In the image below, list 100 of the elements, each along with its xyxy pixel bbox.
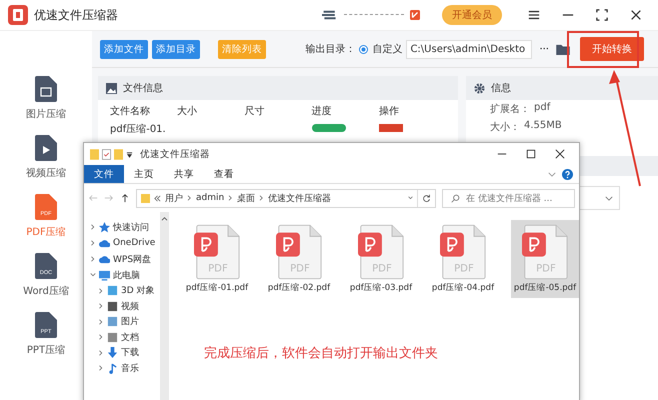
app-logo-icon	[8, 5, 28, 25]
sidebar-item[interactable]: 视频压缩	[26, 166, 66, 180]
column-header: 操作	[378, 105, 400, 118]
breadcrumb-item[interactable]: 桌面	[237, 192, 256, 204]
chevron-right-icon[interactable]	[98, 365, 104, 372]
progress-pill	[312, 124, 346, 132]
nav-tree-item[interactable]: 3D 对象	[121, 284, 155, 298]
field-value: pdf	[534, 102, 550, 115]
ribbon-tab[interactable]: 共享	[164, 165, 204, 183]
help-icon[interactable]	[562, 168, 573, 180]
field-label: 大小：	[490, 120, 520, 134]
scrollbar[interactable]	[160, 212, 169, 400]
breadcrumb-item[interactable]: 用户	[165, 192, 183, 204]
chevron-right-icon[interactable]	[98, 318, 104, 325]
nav-tree-item[interactable]: WPS网盘	[113, 252, 152, 266]
search-field[interactable]: 在 优速文件压缩器 ...	[442, 188, 575, 208]
file-type-label: PDF	[372, 263, 392, 274]
maximize-icon[interactable]	[526, 149, 536, 159]
ribbon-tab[interactable]: 主页	[124, 165, 164, 183]
column-header: 大小	[177, 104, 198, 118]
column-header: 尺寸	[244, 104, 266, 118]
close-icon[interactable]	[630, 9, 642, 21]
sidebar-item[interactable]: PPT压缩	[26, 343, 66, 357]
breadcrumb-item[interactable]: 优速文件压缩器	[268, 192, 332, 204]
video-file-icon[interactable]	[35, 135, 57, 161]
start-button[interactable]: 开始转换	[580, 37, 644, 61]
radio-button[interactable]	[359, 44, 368, 54]
output-label: 输出目录：	[305, 42, 356, 56]
chevron-down-icon[interactable]	[548, 172, 556, 176]
maximize-icon[interactable]	[596, 9, 608, 21]
cloud-icon	[99, 254, 110, 264]
window-title: 优速文件压缩器	[140, 148, 210, 160]
chevron-down-icon	[605, 196, 613, 200]
up-arrow-icon[interactable]	[120, 193, 130, 203]
star-icon	[99, 222, 110, 232]
file-item[interactable]: PDF pdf压缩-03.pdf	[347, 220, 415, 298]
sidebar-item[interactable]: Word压缩	[23, 284, 69, 298]
dropdown-icon	[126, 150, 133, 158]
field-label: 扩展名：	[490, 102, 530, 116]
menu-icon[interactable]	[528, 9, 540, 21]
field-value: 4.55MB	[524, 120, 562, 133]
search-icon	[451, 194, 460, 202]
breadcrumb-item[interactable]: admin	[196, 193, 224, 203]
radio-label: 自定义	[372, 42, 402, 56]
more-button[interactable]: ···	[536, 44, 552, 54]
nav-tree-item[interactable]: 音乐	[121, 362, 139, 375]
highlight-frame	[567, 31, 639, 68]
file-item[interactable]: PDF pdf压缩-05.pdf	[511, 220, 579, 298]
column-header: 文件名称	[110, 104, 151, 118]
address-bar[interactable]: 用户 admin 桌面 优速文件压缩器	[136, 188, 436, 208]
nav-tree-item[interactable]: 视频	[121, 300, 139, 313]
ribbon-tab[interactable]: 文件	[84, 165, 124, 183]
chevron-right-icon[interactable]	[98, 303, 104, 310]
chevron-right-icon[interactable]	[98, 334, 104, 340]
annotation-caption: 完成压缩后，软件会自动打开输出文件夹	[204, 345, 438, 362]
file-item[interactable]: PDF pdf压缩-04.pdf	[429, 220, 497, 298]
scroll-up-icon[interactable]	[161, 216, 168, 221]
cloud-icon	[99, 238, 110, 248]
file-item[interactable]: PDF pdf压缩-02.pdf	[265, 220, 333, 298]
chevron-right-icon[interactable]	[90, 224, 96, 230]
chevron-down-icon[interactable]	[408, 195, 413, 201]
panel-title: 文件信息	[123, 82, 163, 95]
refresh-icon[interactable]	[422, 194, 431, 202]
column-header: 进度	[312, 104, 333, 118]
nav-tree-item[interactable]: 下载	[121, 346, 139, 360]
music-note-icon	[107, 362, 118, 374]
sidebar-item[interactable]: 图片压缩	[26, 107, 66, 121]
image-file-icon[interactable]	[35, 76, 57, 102]
toolbar-button[interactable]: 添加目录	[152, 40, 200, 58]
app-title: 优速文件压缩器	[34, 6, 118, 24]
nav-tree-item[interactable]: 文档	[121, 330, 139, 344]
chevron-right-icon[interactable]	[90, 240, 96, 246]
nav-tree-item[interactable]: 此电脑	[113, 268, 140, 282]
chevron-right-icon[interactable]	[98, 350, 104, 356]
chevron-left-icon	[154, 194, 161, 202]
path-field[interactable]: C:\Users\admin\Deskto	[406, 40, 532, 58]
nav-tree-item[interactable]: 快速访问	[113, 220, 149, 234]
folder-icon	[90, 148, 99, 160]
file-item[interactable]: PDF pdf压缩-01.pdf	[183, 220, 251, 298]
nav-tree-item[interactable]: OneDrive	[113, 238, 156, 248]
chevron-right-icon	[228, 195, 234, 201]
close-icon[interactable]	[555, 149, 565, 159]
chevron-right-icon	[187, 195, 192, 201]
settings-icon	[474, 82, 485, 94]
chevron-down-icon[interactable]	[90, 272, 96, 278]
chevron-right-icon[interactable]	[90, 256, 96, 262]
file-type-label: PDF	[536, 263, 556, 274]
file-type-label: PDF	[454, 263, 474, 274]
folder-icon	[141, 194, 150, 202]
chevron-right-icon	[259, 195, 264, 201]
ribbon-tab[interactable]: 查看	[204, 165, 244, 183]
chevron-right-icon[interactable]	[98, 288, 104, 294]
toolbar-button[interactable]: 添加文件	[100, 40, 148, 58]
file-type-label: PDF	[208, 263, 228, 274]
vip-badge-icon	[410, 10, 420, 20]
nav-tree-item[interactable]: 图片	[121, 315, 139, 328]
folder-icon[interactable]	[556, 44, 570, 54]
delete-button[interactable]	[378, 124, 403, 132]
monitor-icon	[99, 270, 110, 280]
download-arrow-icon	[107, 347, 118, 358]
